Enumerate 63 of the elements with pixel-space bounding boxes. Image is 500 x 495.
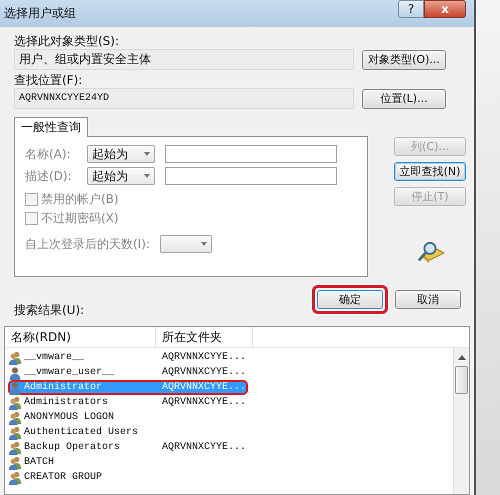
field-label: 名称(A):: [25, 146, 72, 162]
user-icon: [8, 366, 22, 380]
object-types-button[interactable]: 对象类型(O)...: [362, 50, 446, 70]
name-cell-text: Administrators: [23, 397, 110, 408]
scrollbar[interactable]: [453, 348, 469, 494]
search-icon: [415, 240, 445, 266]
cancel-button[interactable]: 取消: [395, 290, 461, 309]
result-row[interactable]: Backup Operators AQRVNNXCYYE...: [8, 440, 248, 455]
result-row[interactable]: Administrators AQRVNNXCYYE...: [8, 395, 248, 410]
folder-cell: AQRVNNXCYYE...: [162, 367, 246, 378]
users-icon: [8, 410, 22, 424]
name-cell-text: Administrator: [23, 382, 104, 393]
field-label: 选择此对象类型(S):: [14, 33, 120, 49]
tab[interactable]: 一般性查询: [14, 117, 88, 137]
dropdown-arrow-icon: [144, 152, 150, 156]
mode-dropdown[interactable]: 起始为: [87, 167, 155, 185]
days-dropdown[interactable]: [160, 235, 212, 253]
window-title: 选择用户或组: [4, 5, 76, 22]
ok-button[interactable]: 确定: [317, 290, 383, 309]
result-row[interactable]: CREATOR GROUP: [8, 470, 248, 485]
text-field[interactable]: [165, 167, 337, 185]
scroll-up-icon[interactable]: [458, 354, 466, 360]
field-label: 查找位置(F):: [14, 72, 84, 88]
name-cell-text: BATCH: [23, 457, 56, 468]
side-button[interactable]: 立即查找(N): [394, 162, 466, 181]
folder-cell: AQRVNNXCYYE...: [162, 397, 246, 408]
name-cell-text: __vmware__: [23, 352, 86, 363]
user-icon: [8, 380, 22, 394]
name-cell-text: Authenticated Users: [23, 427, 140, 438]
scroll-thumb[interactable]: [455, 366, 468, 394]
text-field[interactable]: [165, 145, 337, 163]
field-label: 自上次登录后的天数(I):: [25, 236, 150, 252]
column-header[interactable]: 名称(RDN): [5, 327, 156, 347]
checkbox-label: 不过期密码(X): [41, 210, 119, 227]
result-row[interactable]: __vmware__ AQRVNNXCYYE...: [8, 350, 248, 365]
result-row[interactable]: Authenticated Users: [8, 425, 248, 440]
name-cell-text: __vmware_user__: [23, 367, 116, 378]
result-row[interactable]: ANONYMOUS LOGON: [8, 410, 248, 425]
users-icon: [8, 440, 22, 454]
name-cell-text: CREATOR GROUP: [23, 472, 104, 483]
locations-button[interactable]: 位置(L)...: [362, 88, 446, 108]
users-icon: [8, 456, 22, 470]
folder-cell: AQRVNNXCYYE...: [162, 442, 246, 453]
folder-cell: AQRVNNXCYYE...: [162, 352, 246, 363]
results-label: 搜索结果(U):: [14, 302, 84, 318]
users-icon: [8, 396, 22, 410]
result-row[interactable]: __vmware_user__ AQRVNNXCYYE...: [8, 365, 248, 380]
mode-dropdown[interactable]: 起始为: [87, 145, 155, 163]
help-button[interactable]: ?: [398, 0, 424, 18]
column-header[interactable]: 所在文件夹: [156, 327, 253, 347]
dropdown-arrow-icon: [144, 174, 150, 178]
name-cell-text: ANONYMOUS LOGON: [23, 412, 116, 423]
result-row[interactable]: BATCH: [8, 455, 248, 470]
folder-cell: AQRVNNXCYYE...: [162, 382, 246, 393]
users-icon: [8, 350, 22, 364]
location-field: AQRVNNXCYYE24YD: [14, 88, 354, 109]
users-icon: [8, 426, 22, 440]
dropdown-arrow-icon: [200, 242, 207, 246]
object-type-field: 用户、组或内置安全主体: [14, 49, 354, 70]
checkbox-label: 禁用的帐户(B): [41, 191, 119, 208]
name-cell-text: Backup Operators: [23, 442, 122, 453]
field-label: 描述(D):: [25, 168, 73, 184]
users-icon: [8, 470, 22, 484]
